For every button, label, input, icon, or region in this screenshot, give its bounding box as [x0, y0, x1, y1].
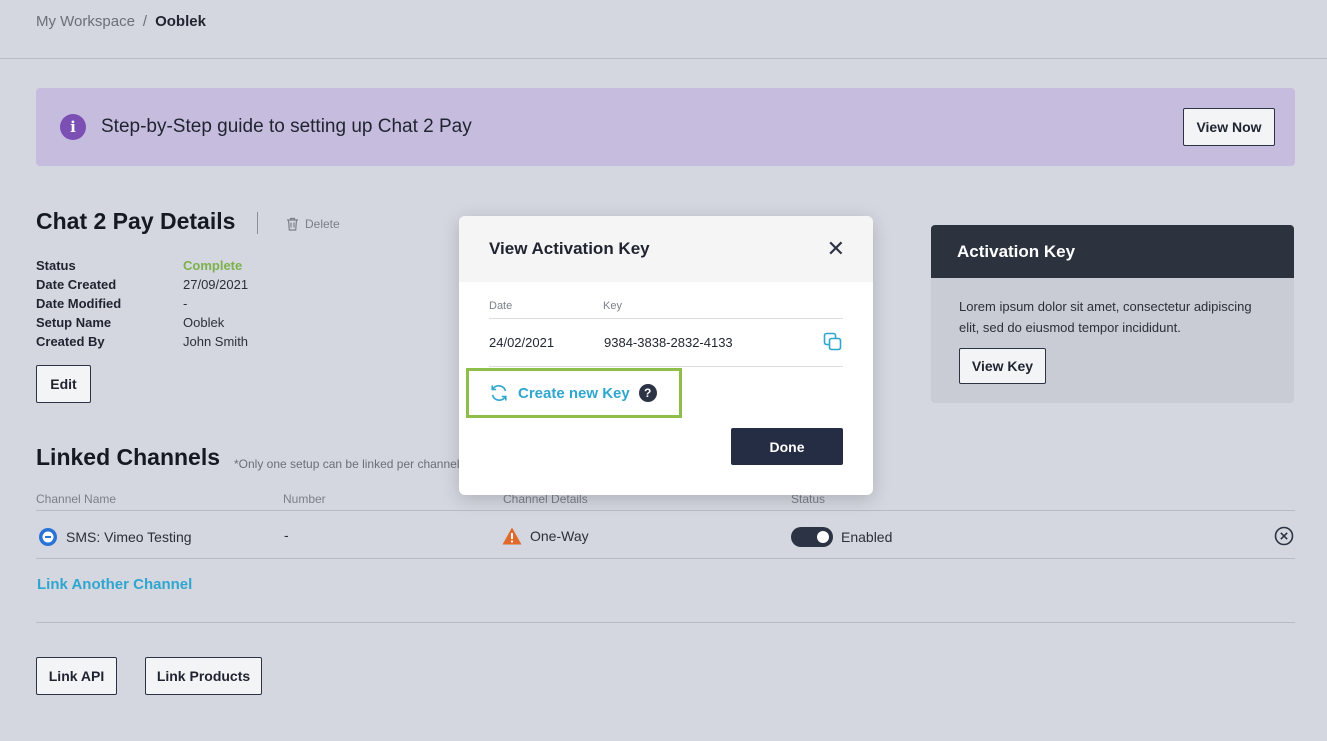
- view-activation-key-modal: View Activation Key ✕ Date Key 24/02/202…: [459, 216, 873, 495]
- status-value: Complete: [183, 258, 243, 273]
- done-button[interactable]: Done: [731, 428, 843, 465]
- detail-row-created-by: Created By John Smith: [36, 334, 248, 349]
- view-key-button[interactable]: View Key: [959, 348, 1046, 384]
- header-divider: [0, 58, 1327, 59]
- detail-row-setup-name: Setup Name Ooblek: [36, 315, 224, 330]
- help-icon[interactable]: ?: [638, 384, 657, 402]
- refresh-icon: [491, 385, 507, 401]
- banner-text: Step-by-Step guide to setting up Chat 2 …: [101, 116, 472, 137]
- edit-button[interactable]: Edit: [36, 365, 91, 403]
- activation-key-card-description: Lorem ipsum dolor sit amet, consectetur …: [959, 299, 1252, 335]
- channel-details: One-Way: [530, 528, 589, 544]
- column-header-channel-name: Channel Name: [36, 492, 117, 506]
- status-label: Enabled: [841, 529, 893, 545]
- key-date: 24/02/2021: [489, 335, 555, 350]
- detail-row-date-created: Date Created 27/09/2021: [36, 277, 248, 292]
- warning-icon: [502, 527, 522, 545]
- link-api-button[interactable]: Link API: [36, 657, 117, 695]
- detail-key: Status: [36, 258, 76, 273]
- detail-key: Setup Name: [36, 315, 112, 330]
- info-icon: i: [60, 114, 86, 140]
- delete-label: Delete: [305, 217, 340, 231]
- section-divider: [36, 622, 1295, 623]
- link-another-channel-link[interactable]: Link Another Channel: [37, 576, 192, 593]
- details-title: Chat 2 Pay Details: [36, 208, 236, 234]
- breadcrumb: My Workspace / Ooblek: [36, 13, 206, 30]
- table-row-divider: [36, 558, 1295, 559]
- detail-key: Date Modified: [36, 296, 122, 311]
- title-separator: [257, 212, 258, 234]
- detail-value: John Smith: [183, 334, 249, 349]
- channel-details-cell: One-Way: [502, 527, 589, 545]
- channel-name: SMS: Vimeo Testing: [66, 529, 192, 545]
- activation-key-value: 9384-3838-2832-4133: [604, 335, 733, 350]
- status-toggle[interactable]: [791, 527, 833, 547]
- column-header-number: Number: [283, 492, 326, 506]
- linked-channels-title: Linked Channels: [36, 444, 221, 470]
- modal-table-divider: [489, 318, 843, 319]
- detail-value: Ooblek: [183, 315, 225, 330]
- detail-key: Date Created: [36, 277, 117, 292]
- modal-row-divider: [489, 366, 843, 367]
- remove-channel-button[interactable]: [1274, 526, 1294, 551]
- channel-status-cell: Enabled: [791, 527, 892, 547]
- modal-header-key: Key: [603, 300, 622, 312]
- linked-channels-note: *Only one setup can be linked per channe…: [234, 457, 460, 471]
- copy-icon: [823, 332, 842, 351]
- close-icon[interactable]: ✕: [827, 238, 845, 260]
- detail-row-date-modified: Date Modified -: [36, 296, 187, 311]
- detail-value: -: [183, 296, 188, 311]
- channel-number: -: [284, 527, 289, 543]
- sms-chat-icon: [39, 528, 57, 546]
- create-new-key-label: Create new Key: [518, 384, 630, 402]
- delete-button[interactable]: Delete: [286, 217, 340, 231]
- detail-key: Created By: [36, 334, 105, 349]
- modal-title: View Activation Key: [489, 239, 650, 258]
- modal-header: View Activation Key ✕: [459, 216, 873, 282]
- close-circle-icon: [1274, 526, 1294, 546]
- detail-value: 27/09/2021: [183, 277, 249, 292]
- create-new-key-button[interactable]: Create new Key ?: [466, 368, 682, 418]
- trash-icon: [287, 217, 298, 231]
- copy-button[interactable]: [823, 332, 843, 357]
- guide-banner: i Step-by-Step guide to setting up Chat …: [36, 88, 1295, 166]
- detail-row-status: Status Complete: [36, 258, 242, 273]
- channel-name-cell: SMS: Vimeo Testing: [38, 527, 192, 547]
- view-now-button[interactable]: View Now: [1183, 108, 1275, 146]
- link-products-button[interactable]: Link Products: [145, 657, 262, 695]
- table-header-divider: [36, 510, 1295, 511]
- breadcrumb-separator: /: [142, 13, 148, 30]
- breadcrumb-root[interactable]: My Workspace: [36, 13, 135, 30]
- activation-key-card-title: Activation Key: [931, 225, 1294, 278]
- modal-header-date: Date: [489, 300, 513, 312]
- activation-key-card: Activation Key Lorem ipsum dolor sit ame…: [931, 225, 1294, 403]
- breadcrumb-current: Ooblek: [155, 13, 206, 30]
